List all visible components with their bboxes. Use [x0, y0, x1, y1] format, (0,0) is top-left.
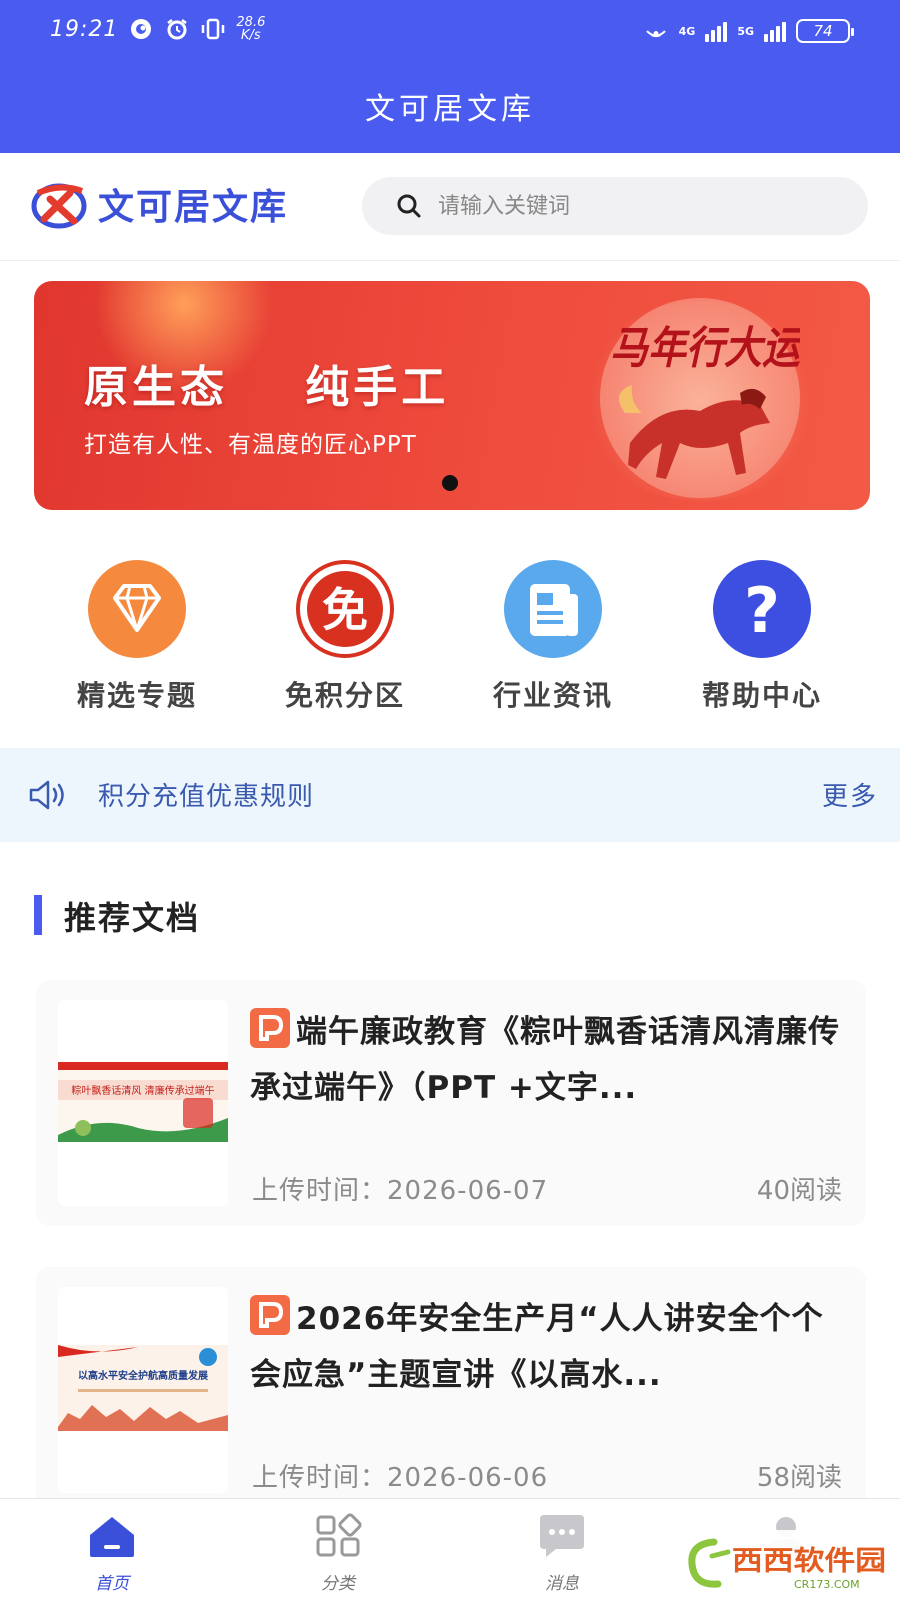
status-time: 19:21 [50, 16, 119, 42]
top-bar: 19:21 28.6 K/s 4G 5G 74 文可居文库 [0, 0, 900, 153]
help-icon: ? [713, 560, 811, 658]
network-speed-unit: K/s [241, 28, 261, 43]
thumbnail-caption: 以高水平安全护航高质量发展 [78, 1369, 208, 1382]
horse-artwork-text: 马年行大运 [610, 323, 800, 374]
ppt-file-icon [250, 1008, 290, 1048]
document-card[interactable]: 以高水平安全护航高质量发展 2026年安全生产月“人人讲安全个个会应急”主题宣讲… [36, 1267, 866, 1513]
status-bar-right: 4G 5G 74 [643, 18, 854, 44]
upload-date: 2026-06-07 [387, 1176, 549, 1206]
svg-text:免: 免 [322, 583, 368, 637]
app-notification-icon [128, 16, 154, 42]
upload-date: 2026-06-06 [387, 1463, 549, 1493]
hotspot-icon [643, 18, 669, 44]
quick-entry-news[interactable]: 行业资讯 [453, 560, 653, 714]
nav-label: 首页 [95, 1574, 129, 1594]
diamond-icon [88, 560, 186, 658]
quick-entry-label: 精选专题 [76, 679, 197, 712]
notice-text[interactable]: 积分充值优惠规则 [98, 776, 314, 813]
brand: 文可居文库 [30, 178, 288, 230]
watermark-logo: 西西软件园 CR173.COM [684, 1530, 892, 1596]
search-icon [397, 194, 421, 218]
brand-logo-icon [31, 183, 87, 229]
network-type-5g: 5G [737, 24, 754, 38]
brand-name: 文可居文库 [98, 187, 289, 228]
network-speed: 28.6 K/s [236, 16, 265, 42]
document-thumbnail-image: 以高水平安全护航高质量发展 [58, 1345, 228, 1431]
signal-strength-icon [705, 20, 728, 42]
banner-subtitle: 打造有人性、有温度的匠心PPT [84, 432, 417, 458]
upload-time-label: 上传时间： [252, 1176, 388, 1206]
promo-banner[interactable]: 原生态 纯手工 打造有人性、有温度的匠心PPT 马年行大运 [34, 281, 870, 510]
nav-label: 消息 [545, 1574, 579, 1594]
banner-title: 原生态 纯手工 [84, 362, 450, 413]
upload-time-label: 上传时间： [252, 1463, 388, 1493]
document-title[interactable]: 端午廉政教育《粽叶飘香话清风清廉传承过端午》（PPT +文字... [250, 1004, 850, 1116]
quick-entry-free[interactable]: 免 免积分区 [245, 560, 445, 714]
nav-label: 分类 [321, 1574, 355, 1594]
notice-more-link[interactable]: 更多 [822, 776, 878, 813]
document-title-text: 端午廉政教育《粽叶飘香话清风清廉传承过端午》（PPT +文字... [250, 1014, 840, 1106]
alarm-icon [164, 16, 190, 42]
battery-icon: 74 [796, 19, 854, 43]
document-upload-time: 上传时间：2026-06-06 [252, 1457, 548, 1494]
signal-strength-icon-2 [764, 20, 786, 42]
nav-item-home[interactable]: 首页 [52, 1513, 172, 1594]
header-divider [0, 260, 900, 261]
document-thumbnail: 粽叶飘香话清风 清廉传承过端午 [58, 1000, 228, 1206]
quick-entry-label: 免积分区 [284, 679, 405, 712]
banner-indicator-dot[interactable] [442, 475, 458, 491]
app-title: 文可居文库 [365, 92, 535, 127]
section-title: 推荐文档 [64, 899, 201, 937]
svg-text:?: ? [744, 574, 780, 647]
document-thumbnail-image: 粽叶飘香话清风 清廉传承过端午 [58, 1062, 228, 1142]
nav-item-category[interactable]: 分类 [278, 1513, 398, 1594]
horse-artwork: 马年行大运 [600, 298, 800, 498]
home-icon [90, 1517, 134, 1557]
message-icon [540, 1515, 584, 1557]
document-title[interactable]: 2026年安全生产月“人人讲安全个个会应急”主题宣讲《以高水... [250, 1291, 850, 1403]
search-input[interactable] [438, 193, 818, 219]
quick-entry-grid: 精选专题 免 免积分区 行业资讯 ? 帮助中心 [0, 560, 900, 712]
document-read-count: 58阅读 [756, 1463, 842, 1493]
document-upload-time: 上传时间：2026-06-07 [252, 1170, 548, 1207]
document-title-text: 2026年安全生产月“人人讲安全个个会应急”主题宣讲《以高水... [250, 1301, 824, 1393]
search-box[interactable] [362, 177, 868, 235]
quick-entry-label: 帮助中心 [701, 679, 822, 712]
quick-entry-help[interactable]: ? 帮助中心 [662, 560, 862, 714]
ppt-file-icon [250, 1295, 290, 1335]
watermark-text: 西西软件园 [732, 1546, 886, 1577]
quick-entry-featured[interactable]: 精选专题 [37, 560, 237, 714]
nav-item-messages[interactable]: 消息 [502, 1513, 622, 1594]
document-read-count: 40阅读 [756, 1176, 842, 1206]
thumbnail-caption: 粽叶飘香话清风 清廉传承过端午 [71, 1084, 214, 1097]
watermark-site: CR173.COM [794, 1578, 860, 1591]
speaker-icon [29, 780, 64, 810]
section-accent-bar [34, 895, 42, 935]
document-thumbnail: 以高水平安全护航高质量发展 [58, 1287, 228, 1493]
free-badge-icon: 免 [296, 560, 394, 658]
status-bar-left: 19:21 28.6 K/s [50, 16, 265, 42]
news-doc-icon [504, 560, 602, 658]
network-type-4g: 4G [678, 24, 696, 38]
notice-bar[interactable]: 积分充值优惠规则 更多 [0, 748, 900, 842]
vibrate-icon [200, 16, 226, 42]
document-card[interactable]: 粽叶飘香话清风 清廉传承过端午 端午廉政教育《粽叶飘香话清风清廉传承过端午》（P… [36, 980, 866, 1226]
category-icon [316, 1513, 362, 1557]
battery-level: 74 [813, 22, 833, 40]
quick-entry-label: 行业资讯 [492, 679, 613, 712]
